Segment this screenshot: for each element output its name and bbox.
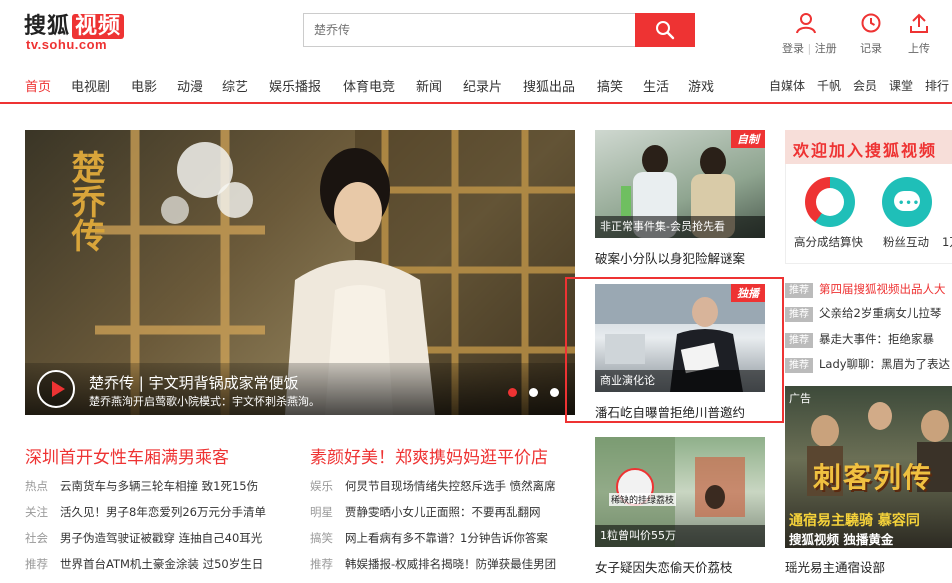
hero-title[interactable]: 楚乔传 | 宇文玥背锅成家常便饭 [89, 372, 299, 393]
history-button[interactable]: 记录 [851, 12, 891, 56]
site-logo[interactable]: 搜狐 视频 [24, 8, 125, 40]
icon2-label: 粉丝互动 [883, 235, 929, 249]
sidebar-item[interactable]: 推荐 Lady聊聊：黑眉为了表达 [785, 356, 950, 373]
card-thumbnail-3[interactable]: 稀缺的挂绿荔枝 1粒曾叫价55万 [595, 437, 765, 547]
ad-title: 刺客列传 [813, 461, 934, 494]
poster-title: 楚乔传 [65, 150, 105, 252]
nav-tv[interactable]: 电视剧 [71, 76, 110, 95]
play-button[interactable] [37, 370, 75, 408]
card-title-3[interactable]: 女子疑因失恋偷天价荔枝 [595, 557, 733, 576]
search-icon [656, 21, 675, 40]
card-thumbnail-1[interactable]: 自制 非正常事件集-会员抢先看 [595, 130, 765, 238]
headline-left[interactable]: 深圳首开女性车厢满男乘客 [25, 443, 229, 468]
upload-button[interactable]: 上传 [899, 12, 939, 56]
sidebar-banner-text: 欢迎加入搜狐视频 [793, 141, 938, 160]
chat-icon[interactable]: ••• [882, 177, 932, 227]
card-caption-1: 非正常事件集-会员抢先看 [595, 216, 765, 238]
logo-url: tv.sohu.com [26, 37, 108, 52]
news-item[interactable]: 搞笑 网上看病有多不靠谱？1分钟告诉你答案 [310, 530, 548, 546]
hero-subtitle: 楚乔燕洵开启莺歌小院模式：宇文怀刺杀燕洵。 [89, 395, 320, 408]
nav-movie[interactable]: 电影 [131, 76, 157, 95]
register-link[interactable]: 注册 [815, 42, 837, 55]
nav-member[interactable]: 会员 [853, 77, 877, 94]
nav-classroom[interactable]: 课堂 [889, 77, 913, 94]
search-button[interactable] [635, 13, 695, 47]
card-title-1[interactable]: 破案小分队以身犯险解谜案 [595, 248, 745, 267]
nav-ranking[interactable]: 排行 [925, 77, 949, 94]
history-label: 记录 [860, 42, 882, 55]
logo-highlight: 视频 [72, 14, 125, 39]
carousel-dot-active[interactable] [508, 388, 517, 397]
nav-funny[interactable]: 搞笑 [597, 76, 623, 95]
ad-label: 广告 [789, 392, 811, 405]
card-caption-3: 1粒曾叫价55万 [595, 525, 765, 547]
ad-slogan: 通宿易主驍骑 慕容同 [789, 513, 920, 529]
nav-anime[interactable]: 动漫 [177, 76, 203, 95]
card-thumbnail-2[interactable]: 独播 商业演化论 [595, 284, 765, 392]
login-link[interactable]: 登录 [782, 42, 804, 55]
news-item[interactable]: 娱乐 何炅节目现场情绪失控怒斥选手 愤然离席 [310, 478, 556, 494]
carousel-dot[interactable] [529, 388, 538, 397]
tag-exclusive: 独播 [731, 284, 765, 302]
icon3-label: 1万 [942, 235, 952, 249]
news-item[interactable]: 推荐 韩娱播报-权威排名揭晓！防弹获最佳男团 [310, 556, 556, 572]
news-item[interactable]: 明星 贾静雯晒小女儿正面照：不要再乱翻网 [310, 504, 541, 520]
user-icon [796, 13, 816, 34]
main-nav: 首页 电视剧 电影 动漫 综艺 娱乐播报 体育电竞 新闻 纪录片 搜狐出品 搞笑… [0, 70, 952, 104]
ad-brand: 搜狐视频 独播黄金 [789, 532, 894, 547]
card-overlay-3: 稀缺的挂绿荔枝 [609, 493, 677, 506]
news-item[interactable]: 推荐 世界首台ATM机土豪金涂装 过50岁生日 [25, 556, 263, 572]
ad-caption[interactable]: 瑶光易主通宿设部 [785, 557, 885, 576]
sidebar-promo: ••• 高分成结算快 粉丝互动 1万 [785, 164, 952, 264]
news-item[interactable]: 社会 男子伪造驾驶证被戳穿 连抽自己40耳光 [25, 530, 262, 546]
card-caption-2: 商业演化论 [595, 370, 765, 392]
ad-banner[interactable]: 广告 刺客列传 通宿易主驍骑 慕容同 搜狐视频 独播黄金 [785, 386, 952, 548]
nav-sohu-original[interactable]: 搜狐出品 [523, 76, 575, 95]
nav-home[interactable]: 首页 [25, 76, 51, 95]
user-menu[interactable]: 登录 | 注册 [782, 12, 837, 56]
sidebar-banner[interactable]: 欢迎加入搜狐视频 [785, 130, 952, 164]
play-icon [52, 381, 65, 397]
nav-news[interactable]: 新闻 [416, 76, 442, 95]
nav-games[interactable]: 游戏 [688, 76, 714, 95]
sidebar-item[interactable]: 推荐 第四届搜狐视频出品人大 [785, 281, 946, 298]
sidebar-item[interactable]: 推荐 暴走大事件：拒绝家暴 [785, 331, 934, 348]
headline-right[interactable]: 素颜好美！郑爽携妈妈逛平价店 [310, 443, 548, 468]
tag-original: 自制 [731, 130, 765, 148]
nav-self-media[interactable]: 自媒体 [769, 77, 805, 94]
logo-text: 搜狐 [24, 14, 71, 39]
news-item[interactable]: 关注 活久见！男子8年恋爱列26万元分手清单 [25, 504, 266, 520]
nav-ent-news[interactable]: 娱乐播报 [269, 76, 321, 95]
search-input[interactable] [303, 13, 636, 47]
history-icon [861, 13, 881, 33]
nav-sports[interactable]: 体育电竞 [343, 76, 395, 95]
card-title-2[interactable]: 潘石屹自曝曾拒绝川普邀约 [595, 402, 745, 421]
nav-qianfan[interactable]: 千帆 [817, 77, 841, 94]
nav-documentary[interactable]: 纪录片 [463, 76, 502, 95]
stats-icon[interactable] [805, 177, 855, 227]
icon1-label: 高分成结算快 [794, 235, 863, 249]
sidebar-item[interactable]: 推荐 父亲给2岁重病女儿拉琴 [785, 305, 941, 322]
nav-life[interactable]: 生活 [643, 76, 669, 95]
upload-icon [910, 13, 928, 33]
carousel-dot[interactable] [550, 388, 559, 397]
divider: | [807, 42, 812, 55]
news-item[interactable]: 热点 云南货车与多辆三轮车相撞 致1死15伤 [25, 478, 258, 494]
upload-label: 上传 [908, 42, 930, 55]
nav-variety[interactable]: 综艺 [222, 76, 248, 95]
hero-slide[interactable]: 楚乔传 楚乔传 | 宇文玥背锅成家常便饭 楚乔燕洵开启莺歌小院模式：宇文怀刺杀燕… [25, 130, 575, 415]
